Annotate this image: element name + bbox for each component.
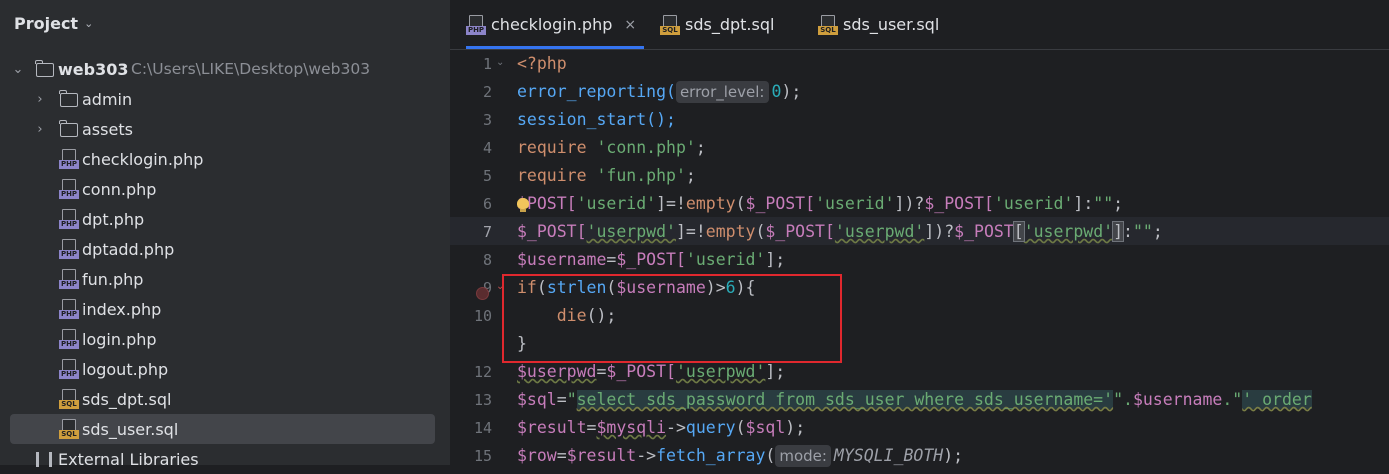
tree-item-label: login.php [82,329,157,349]
code-line-3[interactable]: session_start(); [517,106,676,134]
tree-item-admin[interactable]: › admin [10,84,435,114]
tree-item-label: assets [82,119,133,139]
line-number: 4 [482,139,492,157]
tree-item-file[interactable]: SQL sds_dpt.sql [10,384,435,414]
tree-item-file[interactable]: PHP index.php [10,294,435,324]
code-editor: PHP checklogin.php × SQL sds_dpt.sql SQL… [450,0,1389,467]
tree-item-label: checklogin.php [82,149,204,169]
folder-icon [35,60,54,77]
tab-sds-dpt[interactable]: SQL sds_dpt.sql [660,0,800,49]
code-line-6[interactable]: $POST['userid']=!empty($_POST['userid'])… [516,190,1123,218]
tab-label: sds_user.sql [843,15,940,34]
code-line-14[interactable]: $result=$mysqli->query($sql); [517,414,805,442]
chevron-down-icon[interactable]: ⌄ [84,17,93,30]
folder-icon [59,90,78,107]
tree-item-label: index.php [82,299,162,319]
line-number: 15 [473,447,492,465]
tree-item-label: dpt.php [82,209,145,229]
tree-item-project-root[interactable]: ⌄ web303 C:\Users\LIKE\Desktop\web303 [10,54,435,84]
tree-item-label: External Libraries [58,449,199,469]
tab-label: sds_dpt.sql [685,15,775,34]
sql-file-icon: SQL [59,389,79,409]
tree-item-label: fun.php [82,269,144,289]
sql-file-icon: SQL [660,14,680,35]
chevron-down-icon[interactable]: ⌄ [10,62,26,77]
tree-item-file[interactable]: PHP checklogin.php [10,144,435,174]
editor-tab-bar: PHP checklogin.php × SQL sds_dpt.sql SQL… [450,0,1389,50]
lightbulb-icon[interactable] [516,197,529,212]
project-name: web303 [58,59,129,79]
panel-title[interactable]: Project [14,14,78,33]
line-number: 10 [473,307,492,325]
code-line-7[interactable]: $_POST['userpwd']=!empty($_POST['userpwd… [517,218,1163,246]
tree-item-file[interactable]: PHP dptadd.php [10,234,435,264]
tree-item-label: sds_dpt.sql [82,389,172,409]
code-line-15[interactable]: $row=$result->fetch_array(mode: MYSQLI_BO… [517,442,963,470]
code-line-4[interactable]: require 'conn.php'; [517,134,706,162]
line-number: 1 [482,55,492,73]
php-file-icon: PHP [59,269,79,289]
line-number: 7 [482,223,492,241]
line-number: 13 [473,391,492,409]
tree-item-external-libraries[interactable]: External Libraries [10,444,435,474]
php-file-icon: PHP [59,209,79,229]
tab-label: checklogin.php [491,15,613,34]
chevron-right-icon[interactable]: › [32,122,48,137]
tree-item-label: conn.php [82,179,157,199]
tree-item-assets[interactable]: › assets [10,114,435,144]
tree-item-file[interactable]: PHP logout.php [10,354,435,384]
php-file-icon: PHP [59,299,79,319]
tab-sds-user[interactable]: SQL sds_user.sql [818,0,968,49]
tree-item-file[interactable]: PHP fun.php [10,264,435,294]
project-path: C:\Users\LIKE\Desktop\web303 [131,60,371,78]
highlight-annotation-box [502,274,842,363]
php-file-icon: PHP [59,239,79,259]
tree-item-file[interactable]: PHP login.php [10,324,435,354]
line-number: 3 [482,111,492,129]
tree-item-file[interactable]: PHP dpt.php [10,204,435,234]
sql-file-icon: SQL [818,14,838,35]
line-gutter[interactable]: 1 ⌄ 2 3 4 5 6 7 8 9 ⌄ 10 12 13 14 15 [450,50,512,465]
line-number: 5 [482,167,492,185]
code-line-13[interactable]: $sql="select sds_password from sds_user … [517,386,1312,414]
code-line-1[interactable]: <?php [517,50,567,78]
php-file-icon: PHP [59,329,79,349]
close-icon[interactable]: × [624,17,636,33]
breakpoint-icon[interactable] [476,287,489,300]
php-file-icon: PHP [59,179,79,199]
project-panel-header[interactable]: Project ⌄ [0,0,450,46]
parameter-hint: error_level: [675,81,769,103]
tree-item-label: logout.php [82,359,169,379]
line-number: 6 [482,195,492,213]
php-file-icon: PHP [59,149,79,169]
code-line-5[interactable]: require 'fun.php'; [517,162,696,190]
php-file-icon: PHP [59,359,79,379]
tree-item-label: dptadd.php [82,239,175,259]
code-line-2[interactable]: error_reporting(error_level: 0); [517,78,801,106]
tree-item-file-selected[interactable]: SQL sds_user.sql [10,414,435,444]
line-number: 12 [473,363,492,381]
php-file-icon: PHP [466,14,486,35]
tree-item-label: admin [82,89,133,109]
chevron-right-icon[interactable]: › [32,92,48,107]
line-number: 8 [482,251,492,269]
project-panel: Project ⌄ ⌄ web303 C:\Users\LIKE\Desktop… [0,0,450,469]
tab-checklogin[interactable]: PHP checklogin.php × [466,0,644,49]
sql-string: select sds_password from sds_user where … [576,390,1114,409]
tree-item-label: sds_user.sql [82,419,179,439]
sql-file-icon: SQL [59,419,79,439]
line-number: 2 [482,83,492,101]
tree-item-file[interactable]: PHP conn.php [10,174,435,204]
line-number: 14 [473,419,492,437]
parameter-hint: mode: [775,445,831,467]
folder-icon [59,120,78,137]
code-line-8[interactable]: $username=$_POST['userid']; [517,246,785,274]
fold-icon[interactable]: ⌄ [496,57,504,68]
